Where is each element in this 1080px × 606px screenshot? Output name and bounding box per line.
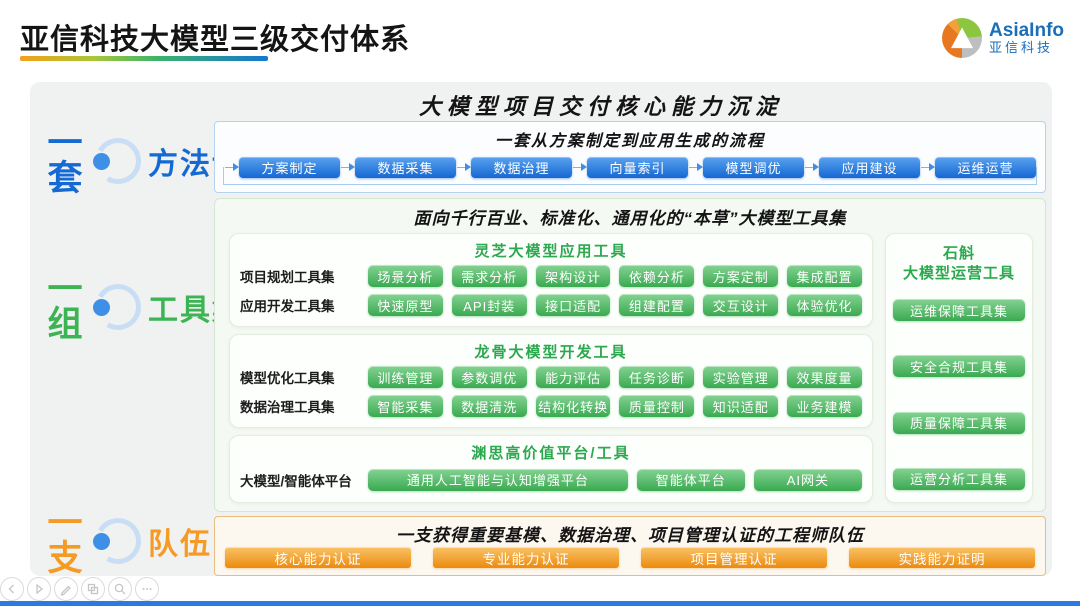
pencil-icon[interactable]	[54, 577, 78, 601]
cert-chip: 实践能力证明	[849, 547, 1035, 568]
tool-chip: 质量控制	[619, 395, 694, 417]
row-label: 大模型/智能体平台	[240, 470, 358, 490]
level-1-char-1: 一	[47, 126, 82, 161]
flow-step: 模型调优	[703, 157, 804, 178]
panel-lingzhi: 灵芝大模型应用工具 项目规划工具集 场景分析 需求分析 架构设计 依赖分析 方案…	[229, 233, 873, 327]
copy-icon[interactable]	[81, 577, 105, 601]
tool-chip: 能力评估	[536, 366, 611, 388]
level-arc-icon	[92, 135, 144, 187]
methodology-title: 一套从方案制定到应用生成的流程	[215, 127, 1045, 151]
level-arc-icon	[92, 281, 144, 333]
tool-chip: 安全合规工具集	[893, 355, 1025, 377]
row-label: 数据治理工具集	[240, 396, 358, 416]
tool-chip: 场景分析	[368, 265, 443, 287]
flow-step: 数据采集	[355, 157, 456, 178]
panel-shihu: 石斛 大模型运营工具 运维保障工具集 安全合规工具集 质量保障工具集 运营分析工…	[885, 233, 1033, 503]
cert-chip: 核心能力认证	[225, 547, 411, 568]
level-3-char-2: 支	[47, 541, 82, 576]
flow-step: 数据治理	[471, 157, 572, 178]
level-3-label: 队伍	[148, 519, 212, 563]
tool-chip: 知识适配	[703, 395, 778, 417]
level-2-char-1: 一	[47, 272, 82, 307]
logo-name: AsiaInfo	[989, 21, 1064, 41]
panel-longgu-title: 龙骨大模型开发工具	[240, 341, 862, 362]
level-team: 一 支 队伍	[42, 506, 212, 576]
level-arc-icon	[92, 515, 144, 567]
tool-chip: 需求分析	[452, 265, 527, 287]
tool-chip: 训练管理	[368, 366, 443, 388]
team-title: 一支获得重要基模、数据治理、项目管理认证的工程师队伍	[215, 521, 1045, 546]
methodology-section: 一套从方案制定到应用生成的流程 方案制定 数据采集 数据治理 向量索引 模型调优…	[214, 121, 1046, 193]
panel-shihu-title-line2: 大模型运营工具	[903, 265, 1015, 282]
tool-chip: 参数调优	[452, 366, 527, 388]
panel-lingzhi-title: 灵芝大模型应用工具	[240, 240, 862, 261]
tool-chip: 实验管理	[703, 366, 778, 388]
viewer-toolbar	[0, 577, 159, 601]
panel-yuansi-title: 渊思高价值平台/工具	[240, 442, 862, 463]
search-icon[interactable]	[108, 577, 132, 601]
row-label: 应用开发工具集	[240, 295, 358, 315]
tool-chip: 任务诊断	[619, 366, 694, 388]
tool-chip: 集成配置	[787, 265, 862, 287]
process-flow: 方案制定 数据采集 数据治理 向量索引 模型调优 应用建设 运维运营	[224, 157, 1036, 178]
more-icon[interactable]	[135, 577, 159, 601]
flow-step: 方案制定	[239, 157, 340, 178]
tool-chip: 接口适配	[536, 294, 611, 316]
tool-chip: 依赖分析	[619, 265, 694, 287]
logo-subtitle: 亚信科技	[989, 41, 1064, 55]
tool-chip: 运维保障工具集	[893, 299, 1025, 321]
team-section: 一支获得重要基模、数据治理、项目管理认证的工程师队伍 核心能力认证 专业能力认证…	[214, 516, 1046, 576]
asiainfo-logo-icon	[942, 18, 982, 58]
tool-chip: 架构设计	[536, 265, 611, 287]
back-icon[interactable]	[0, 577, 24, 601]
tool-chip: 数据清洗	[452, 395, 527, 417]
tool-chip: API封装	[452, 294, 527, 316]
row-label: 模型优化工具集	[240, 367, 358, 387]
tool-chip: 质量保障工具集	[893, 412, 1025, 434]
delivery-system-board: 大模型项目交付核心能力沉淀 一 套 方法论 一 组 工具集 一 支 队伍	[30, 82, 1052, 576]
tool-chip: 通用人工智能与认知增强平台	[368, 469, 628, 491]
row-label: 项目规划工具集	[240, 266, 358, 286]
level-2-char-2: 组	[47, 307, 82, 342]
cert-chip: 专业能力认证	[433, 547, 619, 568]
page-title: 亚信科技大模型三级交付体系	[20, 16, 410, 58]
tool-chip: 智能采集	[368, 395, 443, 417]
asiainfo-logo: AsiaInfo 亚信科技	[942, 18, 1064, 58]
tool-chip: 方案定制	[703, 265, 778, 287]
panel-shihu-title-line1: 石斛	[943, 245, 975, 262]
flow-step: 向量索引	[587, 157, 688, 178]
level-1-char-2: 套	[47, 161, 82, 196]
toolset-section: 面向千行百业、标准化、通用化的“本草”大模型工具集 灵芝大模型应用工具 项目规划…	[214, 198, 1046, 512]
tool-chip: 体验优化	[787, 294, 862, 316]
flow-step: 运维运营	[935, 157, 1036, 178]
board-header: 大模型项目交付核心能力沉淀	[150, 89, 1052, 121]
tool-chip: 效果度量	[787, 366, 862, 388]
title-underline	[20, 56, 268, 61]
bottom-progress-bar[interactable]	[0, 601, 1080, 606]
cert-chip: 项目管理认证	[641, 547, 827, 568]
tool-chip: 组建配置	[619, 294, 694, 316]
level-3-char-1: 一	[47, 506, 82, 541]
panel-yuansi: 渊思高价值平台/工具 大模型/智能体平台 通用人工智能与认知增强平台 智能体平台…	[229, 435, 873, 503]
tool-chip: 交互设计	[703, 294, 778, 316]
flow-step: 应用建设	[819, 157, 920, 178]
tool-chip: 智能体平台	[637, 469, 745, 491]
forward-icon[interactable]	[27, 577, 51, 601]
panel-longgu: 龙骨大模型开发工具 模型优化工具集 训练管理 参数调优 能力评估 任务诊断 实验…	[229, 334, 873, 428]
toolset-title: 面向千行百业、标准化、通用化的“本草”大模型工具集	[215, 204, 1045, 229]
tool-chip: AI网关	[754, 469, 862, 491]
tool-chip: 结构化转换	[536, 395, 611, 417]
tool-chip: 业务建模	[787, 395, 862, 417]
tool-chip: 运营分析工具集	[893, 468, 1025, 490]
tool-chip: 快速原型	[368, 294, 443, 316]
